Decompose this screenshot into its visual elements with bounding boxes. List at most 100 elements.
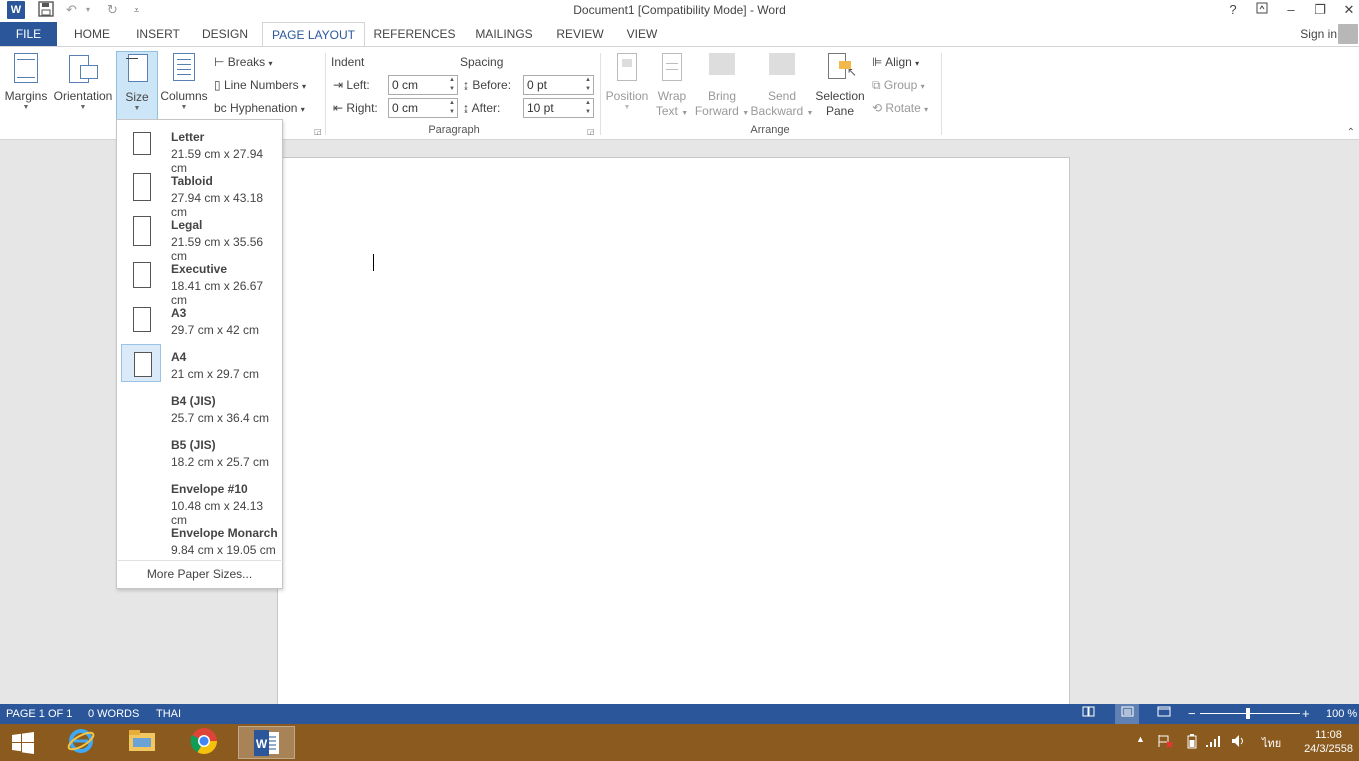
help-button[interactable]: ? — [1222, 1, 1244, 19]
spinner-icon[interactable]: ▲ ▼ — [585, 76, 591, 94]
chevron-down-icon: ▼ — [180, 104, 188, 111]
zoom-slider[interactable] — [1200, 713, 1300, 714]
taskbar-clock[interactable]: 11:08 24/3/2558 — [1304, 728, 1353, 756]
wrap-text-label-2: Text ▼ — [655, 104, 689, 118]
margins-button[interactable]: Margins ▼ — [3, 51, 49, 112]
selection-pane-button[interactable]: ↖ Selection Pane — [813, 51, 867, 119]
avatar[interactable] — [1338, 24, 1358, 44]
read-mode-icon[interactable] — [1082, 704, 1095, 724]
size-menu-item[interactable]: B4 (JIS) 25.7 cm x 36.4 cm — [118, 387, 282, 431]
rotate-button[interactable]: ⟲ Rotate ▾ — [872, 100, 928, 118]
position-button[interactable]: Position ▼ — [603, 51, 651, 112]
size-menu-item[interactable]: Envelope #10 10.48 cm x 24.13 cm — [118, 475, 282, 527]
send-backward-button[interactable]: Send Backward ▼ — [750, 51, 814, 121]
zoom-level[interactable]: 100 % — [1326, 704, 1357, 724]
internet-explorer-icon[interactable] — [56, 726, 106, 759]
ribbon-display-options-icon[interactable] — [1251, 1, 1273, 19]
line-numbers-button[interactable]: ▯ Line Numbers ▾ — [214, 77, 306, 95]
spinner-icon[interactable]: ▲ ▼ — [449, 76, 455, 94]
size-menu-item[interactable]: A4 21 cm x 29.7 cm — [118, 343, 282, 387]
sign-in-link[interactable]: Sign in — [1300, 22, 1337, 46]
battery-icon[interactable] — [1187, 734, 1197, 752]
spacing-after-input[interactable]: 10 pt ▲ ▼ — [523, 98, 594, 118]
size-menu-item[interactable]: Executive 18.41 cm x 26.67 cm — [118, 255, 282, 307]
tab-references[interactable]: REFERENCES — [372, 22, 457, 46]
tab-file[interactable]: FILE — [0, 22, 57, 46]
send-backward-label-2: Backward ▼ — [750, 104, 814, 118]
chrome-icon[interactable] — [179, 726, 229, 759]
window-title: Document1 [Compatibility Mode] - Word — [573, 3, 786, 17]
tab-insert[interactable]: INSERT — [130, 22, 186, 46]
file-explorer-icon[interactable] — [117, 726, 167, 759]
rotate-icon: ⟲ — [872, 101, 883, 115]
windows-start-icon[interactable] — [0, 726, 46, 759]
minimize-button[interactable]: – — [1280, 1, 1302, 19]
collapse-ribbon-icon[interactable]: ⌃ — [1347, 127, 1355, 138]
hyphenation-label: Hyphenation — [230, 101, 298, 115]
size-item-name: Executive — [171, 262, 228, 276]
input-language-indicator[interactable]: ไทย — [1262, 734, 1281, 752]
spacing-before-input[interactable]: 0 pt ▲ ▼ — [523, 75, 594, 95]
language-indicator[interactable]: THAI — [156, 704, 181, 724]
close-button[interactable]: ✕ — [1338, 1, 1359, 19]
orientation-label: Orientation — [53, 89, 113, 103]
spinner-icon[interactable]: ▲ ▼ — [449, 99, 455, 117]
tab-mailings[interactable]: MAILINGS — [468, 22, 540, 46]
paper-shape — [133, 307, 151, 332]
spacing-before-label: ↨ Before: — [463, 78, 511, 92]
zoom-in-button[interactable]: + — [1302, 704, 1310, 724]
zoom-out-button[interactable]: − — [1188, 704, 1196, 724]
web-layout-icon[interactable] — [1157, 704, 1171, 724]
size-item-dimensions: 25.7 cm x 36.4 cm — [171, 411, 270, 425]
tab-view[interactable]: VIEW — [618, 22, 666, 46]
line-numbers-icon: ▯ — [214, 78, 221, 92]
indent-right-input[interactable]: 0 cm ▲ ▼ — [388, 98, 458, 118]
word-count[interactable]: 0 WORDS — [88, 704, 139, 724]
indent-left-input[interactable]: 0 cm ▲ ▼ — [388, 75, 458, 95]
align-button[interactable]: ⊫ Align ▾ — [872, 54, 919, 72]
columns-button[interactable]: Columns ▼ — [160, 51, 208, 112]
svg-text:W: W — [255, 737, 267, 751]
spacing-before-text: Before: — [472, 78, 512, 92]
tab-review[interactable]: REVIEW — [551, 22, 609, 46]
chevron-down-icon: ▼ — [133, 105, 141, 112]
size-menu-item[interactable]: Envelope Monarch 9.84 cm x 19.05 cm — [118, 519, 282, 563]
hyphenation-button[interactable]: bc Hyphenation ▾ — [214, 100, 305, 118]
word-taskbar-icon[interactable]: W — [238, 726, 295, 759]
show-hidden-icons-icon[interactable]: ▲ — [1136, 734, 1145, 744]
tab-home[interactable]: HOME — [66, 22, 118, 46]
page-count[interactable]: PAGE 1 OF 1 — [6, 704, 72, 724]
orientation-button[interactable]: Orientation ▼ — [52, 51, 114, 112]
bring-forward-button[interactable]: Bring Forward ▼ — [694, 51, 750, 121]
size-button[interactable]: Size ▼ — [116, 51, 158, 121]
size-menu-item[interactable]: Tabloid 27.94 cm x 43.18 cm — [118, 167, 282, 219]
action-center-flag-icon[interactable] — [1157, 734, 1173, 751]
size-menu-item[interactable]: B5 (JIS) 18.2 cm x 25.7 cm — [118, 431, 282, 475]
paper-size-icon — [121, 256, 161, 294]
page-setup-launcher-icon[interactable]: ◲ — [314, 127, 322, 136]
restore-button[interactable]: ❐ — [1309, 1, 1331, 19]
volume-icon[interactable] — [1231, 734, 1247, 751]
orientation-icon — [68, 51, 98, 85]
margins-label: Margins — [4, 89, 48, 103]
network-signal-icon[interactable] — [1205, 734, 1221, 751]
tab-page-layout[interactable]: PAGE LAYOUT — [262, 22, 365, 47]
size-menu-item[interactable]: Legal 21.59 cm x 35.56 cm — [118, 211, 282, 263]
size-menu-item[interactable]: Letter 21.59 cm x 27.94 cm — [118, 123, 282, 175]
spacing-after-text: After: — [471, 101, 501, 115]
zoom-slider-thumb[interactable] — [1246, 708, 1250, 719]
group-icon: ⧉ — [872, 78, 881, 92]
wrap-text-button[interactable]: Wrap Text ▼ — [652, 51, 692, 121]
size-menu-item[interactable]: A3 29.7 cm x 42 cm — [118, 299, 282, 343]
group-button[interactable]: ⧉ Group ▾ — [872, 77, 925, 95]
spinner-icon[interactable]: ▲ ▼ — [585, 99, 591, 117]
document-page[interactable] — [277, 157, 1070, 717]
size-item-dimensions: 9.84 cm x 19.05 cm — [171, 543, 276, 557]
paper-size-icon — [121, 212, 161, 250]
tab-design[interactable]: DESIGN — [197, 22, 253, 46]
chevron-down-icon: ▾ — [302, 82, 307, 91]
more-paper-sizes-item[interactable]: More Paper Sizes... — [117, 567, 282, 581]
paragraph-launcher-icon[interactable]: ◲ — [587, 127, 595, 136]
breaks-button[interactable]: ⊢ Breaks ▾ — [214, 54, 273, 72]
print-layout-icon[interactable] — [1115, 704, 1139, 724]
